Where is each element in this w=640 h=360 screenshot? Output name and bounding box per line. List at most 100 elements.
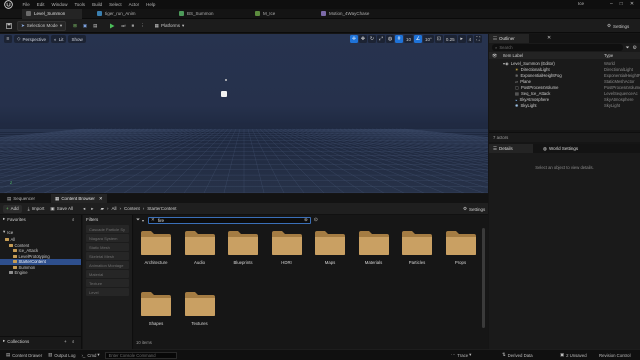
rotation-snap-value[interactable]: 10°: [423, 35, 434, 43]
asset-search-input[interactable]: ✕ fire ⊗: [148, 216, 311, 224]
outliner-search-input[interactable]: ⌕ Search: [492, 44, 623, 51]
tab-level-summon[interactable]: Level_Summon: [22, 8, 82, 19]
asset-folder[interactable]: Particles: [399, 230, 435, 265]
search-icon[interactable]: ⌕: [72, 339, 75, 344]
breadcrumb-starter-content[interactable]: StarterContent: [147, 206, 176, 211]
output-log-button[interactable]: ▥ Output Log: [45, 350, 78, 360]
filter-icon[interactable]: ⏷: [136, 217, 140, 223]
level-viewport[interactable]: Z: [0, 34, 488, 193]
show-button[interactable]: Show: [68, 35, 86, 43]
platforms-button[interactable]: ▦ Platforms ▾: [152, 21, 188, 31]
content-drawer-button[interactable]: ▤ Content Drawer: [3, 350, 45, 360]
tab-details[interactable]: ☰ Details: [489, 144, 533, 153]
asset-folder[interactable]: Textures: [182, 291, 218, 326]
lit-button[interactable]: ◐ Lit: [50, 35, 67, 43]
asset-folder[interactable]: Architecture: [138, 230, 174, 265]
tab-outliner[interactable]: ☷ Outliner: [489, 34, 529, 43]
tab-motion-4waychase[interactable]: Motion_4WayChase: [317, 9, 397, 19]
selection-mode-button[interactable]: ➤ Selection Mode ▾: [17, 20, 67, 31]
skip-frame-icon[interactable]: ⏭: [118, 21, 128, 31]
close-icon[interactable]: ✕: [547, 35, 551, 41]
scale-snap-value[interactable]: 0.25: [443, 35, 457, 43]
sky-light-icon[interactable]: [225, 79, 227, 81]
asset-folder[interactable]: Audio: [182, 230, 218, 265]
play-options-icon[interactable]: ⋮: [137, 21, 148, 31]
grid-snap-icon[interactable]: #: [395, 35, 403, 43]
perspective-button[interactable]: ◇ Perspective: [14, 35, 49, 43]
add-button[interactable]: + Add: [3, 204, 22, 213]
rotate-tool-icon[interactable]: ↻: [368, 35, 376, 43]
breadcrumb-all[interactable]: All: [111, 206, 116, 211]
cmd-button[interactable]: ›_ Cmd ▾: [78, 350, 102, 360]
column-type[interactable]: Type: [604, 53, 613, 58]
asset-folder[interactable]: Shapes: [138, 291, 174, 326]
scale-snap-icon[interactable]: ⊡: [434, 35, 443, 43]
camera-speed-icon[interactable]: ▸: [457, 35, 466, 43]
filter-icon[interactable]: ⏷: [626, 45, 630, 51]
clear-input-icon[interactable]: ⊗: [304, 217, 308, 223]
column-item-label[interactable]: Item Label: [503, 53, 523, 58]
close-icon[interactable]: ✕: [630, 1, 634, 7]
filter-item[interactable]: Level: [86, 288, 129, 296]
trace-button[interactable]: ⋯ Trace ▾: [448, 350, 474, 360]
asset-folder[interactable]: Props: [443, 230, 479, 265]
add-collection-icon[interactable]: +: [64, 339, 67, 344]
search-icon[interactable]: ⌕: [72, 217, 75, 222]
cinematics-icon[interactable]: ▤: [90, 21, 100, 31]
filter-item[interactable]: Niagara System: [86, 234, 129, 242]
tab-bs-summon[interactable]: BS_Summon: [175, 9, 243, 19]
save-icon[interactable]: [3, 21, 15, 31]
rotation-snap-icon[interactable]: ∠: [414, 35, 423, 43]
scale-tool-icon[interactable]: ⤢: [377, 35, 385, 43]
tab-world-settings[interactable]: ◍ World Settings: [539, 144, 582, 153]
asset-folder[interactable]: Maps: [312, 230, 348, 265]
tab-m-ice[interactable]: M_Ice: [251, 9, 313, 19]
save-search-icon[interactable]: ⊙: [314, 217, 318, 223]
settings-button[interactable]: ⚙ Settings: [604, 21, 632, 31]
cb-settings-button[interactable]: ⚙ Settings: [460, 205, 488, 213]
grid-snap-value[interactable]: 10: [404, 35, 414, 43]
filter-item[interactable]: Texture: [86, 279, 129, 287]
tab-sequencer[interactable]: ▤ Sequencer: [3, 194, 39, 203]
unsaved-button[interactable]: ▣ 2 Unsaved: [557, 350, 590, 360]
project-header[interactable]: ▾ Ice: [0, 228, 81, 236]
gear-icon[interactable]: ⚙: [633, 45, 637, 51]
select-tool-icon[interactable]: ✛: [350, 35, 358, 43]
tab-content-browser[interactable]: ▦ Content Browser ✕: [51, 194, 107, 203]
asset-folder[interactable]: HDRI: [269, 230, 305, 265]
outliner-row[interactable]: ✺ SkyLight SkyLight: [489, 102, 640, 108]
tree-item[interactable]: Engine: [0, 270, 81, 276]
revision-control-button[interactable]: Revision Control: [596, 350, 634, 360]
filter-item[interactable]: Cascade Particle Sy: [86, 225, 129, 233]
asset-folder[interactable]: Materials: [356, 230, 392, 265]
import-button[interactable]: ⤓ Import: [25, 205, 48, 213]
save-all-button[interactable]: ▣ Save All: [47, 205, 76, 213]
unreal-logo-icon[interactable]: [4, 0, 13, 9]
clear-search-icon[interactable]: ✕: [151, 217, 155, 223]
hamburger-menu-icon[interactable]: ≡: [4, 35, 12, 43]
filter-item[interactable]: Animation Montage: [86, 261, 129, 269]
asset-folder[interactable]: Blueprints: [225, 230, 261, 265]
directional-light-icon[interactable]: [221, 91, 227, 97]
world-space-icon[interactable]: ◍: [386, 35, 394, 43]
favorites-header[interactable]: ▸ Favorites ⌕: [0, 215, 81, 223]
maximize-icon[interactable]: □: [620, 1, 623, 7]
stop-icon[interactable]: ■: [128, 21, 137, 31]
asset-scrollbar[interactable]: [482, 228, 485, 328]
camera-speed-value[interactable]: 4: [466, 35, 474, 43]
add-content-icon[interactable]: ⊞: [70, 21, 80, 31]
collections-header[interactable]: ▸ Collections + ⌕: [0, 336, 82, 345]
filter-item[interactable]: Material: [86, 270, 129, 278]
blueprint-icon[interactable]: ▣: [80, 21, 90, 31]
tab-tiger-run-anim[interactable]: tiger_run_Anim: [93, 9, 165, 19]
derived-data-button[interactable]: ⇅ Derived Data: [499, 350, 536, 360]
back-icon[interactable]: ◂: [80, 205, 88, 213]
filter-item[interactable]: Static Mesh: [86, 243, 129, 251]
breadcrumb-content[interactable]: Content: [124, 206, 140, 211]
close-icon[interactable]: ✕: [99, 196, 103, 202]
filter-item[interactable]: Skeletal Mesh: [86, 252, 129, 260]
maximize-viewport-icon[interactable]: ⛶: [474, 35, 483, 43]
forward-icon[interactable]: ▸: [88, 205, 96, 213]
translate-tool-icon[interactable]: ✥: [359, 35, 367, 43]
console-command-input[interactable]: Enter Console Command: [104, 351, 177, 359]
